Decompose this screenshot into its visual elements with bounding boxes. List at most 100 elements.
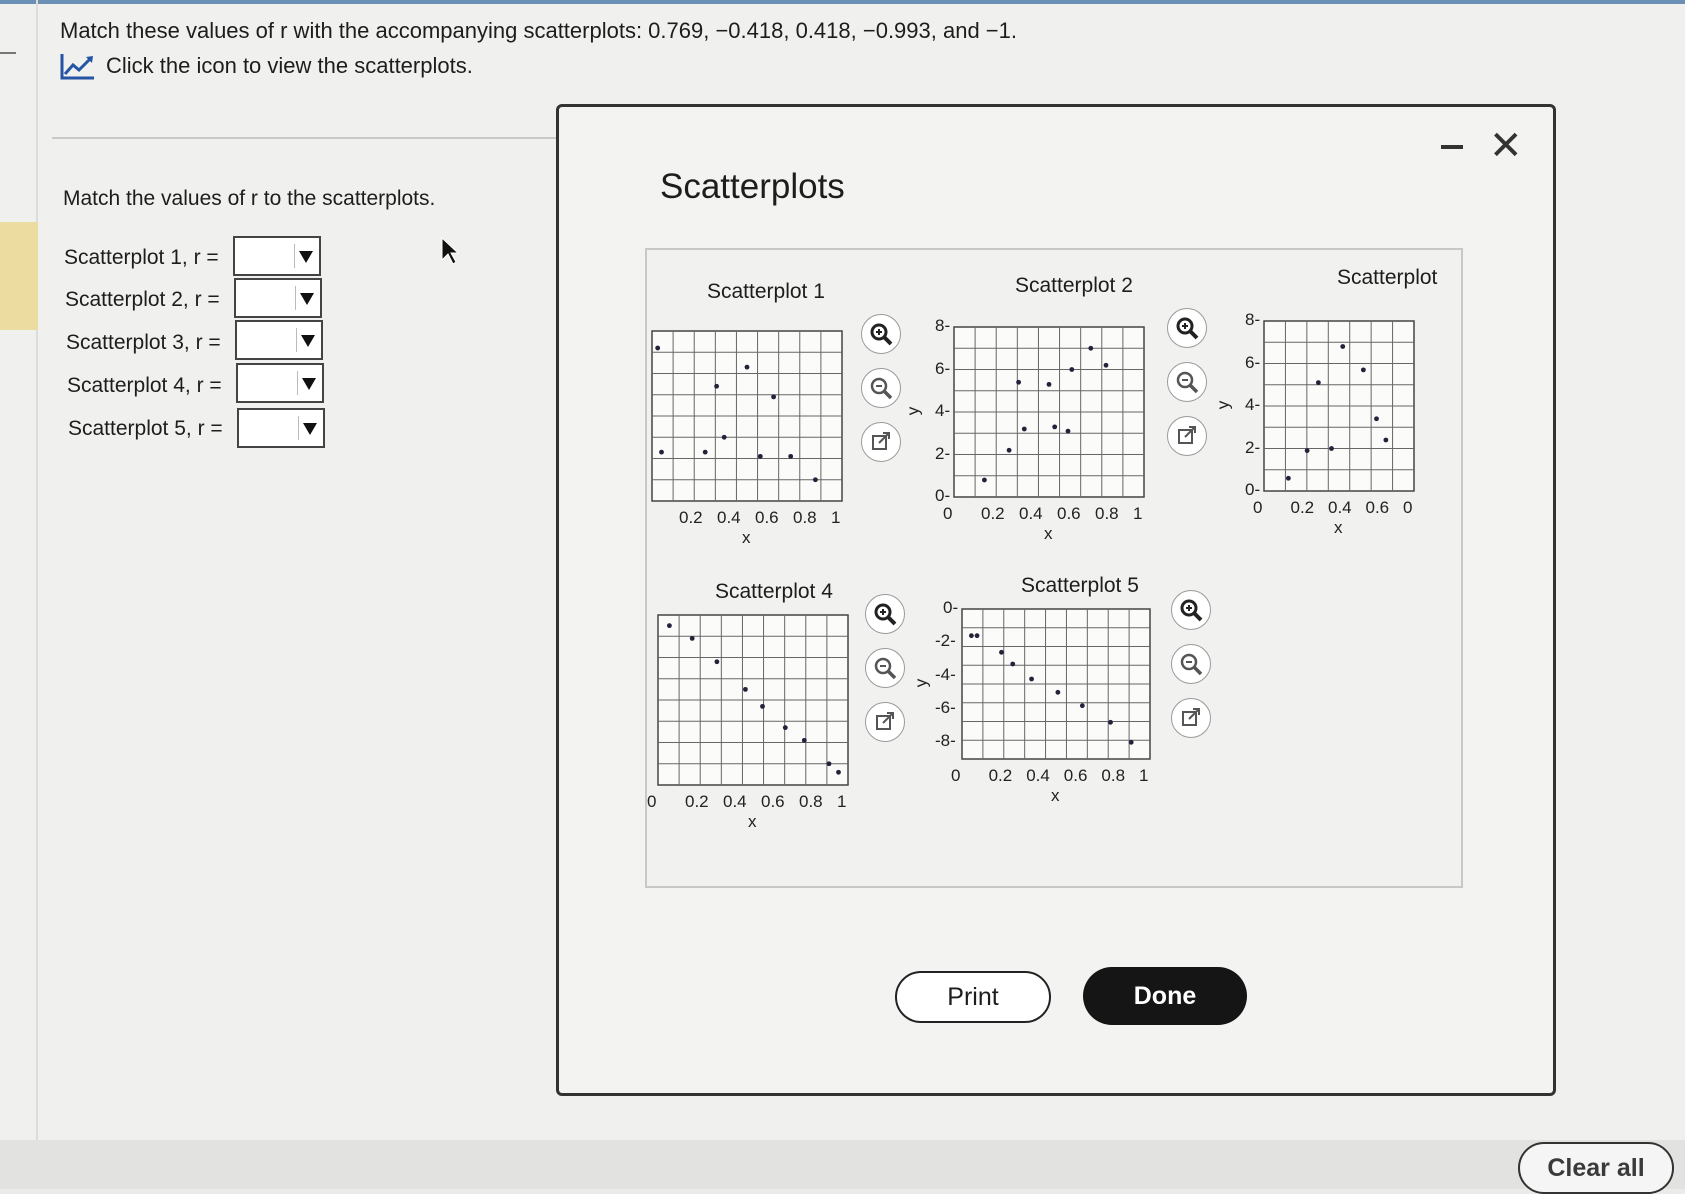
- x-tick-label: 0.4: [1026, 766, 1050, 785]
- clear-all-button[interactable]: Clear all: [1518, 1142, 1674, 1194]
- x-tick-label: 1: [1139, 766, 1149, 785]
- chevron-down-icon[interactable]: [298, 416, 319, 440]
- x-axis-label: x: [748, 812, 757, 831]
- r-select-3[interactable]: [235, 320, 323, 360]
- data-point: [689, 635, 695, 641]
- y-tick-label: -4-: [935, 664, 956, 684]
- y-tick-label: -2-: [935, 631, 956, 651]
- data-point: [788, 453, 794, 459]
- dialog-title: Scatterplots: [660, 167, 845, 206]
- open-external-icon[interactable]: [1167, 416, 1207, 456]
- x-tick-label: 0.6: [1063, 766, 1088, 785]
- plot-title-5: Scatterplot 5: [1021, 574, 1139, 597]
- data-point: [1329, 446, 1334, 451]
- hint-text[interactable]: Click the icon to view the scatterplots.: [106, 53, 473, 79]
- data-point: [721, 434, 727, 440]
- x-tick-label: 0.2: [981, 504, 1005, 523]
- left-rule: [0, 52, 16, 54]
- chevron-down-icon[interactable]: [296, 328, 317, 352]
- data-point: [1052, 424, 1058, 430]
- data-point: [813, 477, 818, 483]
- minimize-icon[interactable]: [1441, 145, 1463, 149]
- zoom-out-icon[interactable]: [861, 368, 901, 408]
- chevron-down-icon[interactable]: [294, 244, 315, 268]
- x-tick-label: 0.4: [717, 508, 741, 527]
- x-axis-label: x: [1334, 518, 1343, 537]
- x-tick-label: 0: [647, 792, 657, 811]
- x-axis-label: x: [742, 528, 751, 547]
- open-external-icon[interactable]: [865, 702, 905, 742]
- chevron-down-icon[interactable]: [297, 371, 318, 395]
- x-tick-label: 0.6: [761, 792, 785, 811]
- data-point: [1029, 676, 1034, 682]
- y-tick-label: 2-: [935, 443, 951, 463]
- zoom-out-icon[interactable]: [865, 648, 905, 688]
- x-axis-label: x: [1051, 786, 1060, 805]
- y-tick-label: -8-: [935, 731, 956, 751]
- data-point: [1055, 689, 1061, 695]
- data-point: [714, 383, 719, 389]
- scatterplot-3-canvas: [1263, 320, 1415, 492]
- data-point: [782, 725, 788, 731]
- data-point: [826, 761, 832, 767]
- r-select-4[interactable]: [236, 363, 324, 403]
- data-point: [771, 394, 776, 400]
- x-axis-label: x: [1044, 524, 1053, 543]
- y-tick-label: -6-: [935, 698, 956, 717]
- zoom-in-icon[interactable]: [861, 314, 901, 354]
- x-tick-label: 0.2: [1290, 498, 1315, 517]
- question-text: Match these values of r with the accompa…: [60, 18, 1017, 43]
- x-tick-label: 0.4: [723, 792, 747, 811]
- x-tick-label: 0.8: [793, 508, 817, 527]
- scatterplots-panel: Scatterplot 1 Scatterplot 2 Scatterplot …: [645, 248, 1463, 888]
- chevron-down-icon[interactable]: [295, 286, 316, 310]
- data-point: [969, 633, 974, 639]
- print-button[interactable]: Print: [895, 971, 1051, 1023]
- r-select-2[interactable]: [234, 278, 322, 318]
- scatterplot-5-canvas: [961, 608, 1151, 760]
- data-point: [1374, 416, 1379, 422]
- data-point: [1006, 447, 1012, 453]
- data-point: [655, 345, 661, 351]
- bottom-band: [0, 1140, 1685, 1189]
- x-tick-label: 0.2: [988, 766, 1013, 785]
- done-button[interactable]: Done: [1083, 967, 1247, 1025]
- top-border: [0, 0, 1685, 4]
- scatterplot-4-canvas: [657, 614, 849, 786]
- data-point: [667, 623, 672, 629]
- zoom-in-icon[interactable]: [1171, 590, 1211, 630]
- zoom-in-icon[interactable]: [1167, 308, 1207, 348]
- scatterplots-link[interactable]: Click the icon to view the scatterplots.: [60, 52, 473, 80]
- r-select-1[interactable]: [233, 236, 321, 276]
- data-point: [714, 659, 720, 665]
- x-tick-label: 0: [1403, 498, 1413, 517]
- plot-title-3: Scatterplot: [1337, 266, 1438, 289]
- y-tick-label: 4-: [935, 401, 951, 420]
- data-point: [801, 737, 807, 743]
- zoom-out-icon[interactable]: [1171, 644, 1211, 684]
- data-point: [974, 633, 980, 639]
- y-tick-label: 0-: [943, 598, 959, 617]
- x-tick-label: 0.4: [1019, 504, 1043, 523]
- data-point: [1383, 437, 1389, 443]
- scatterplots-dialog: Scatterplots ✕ Scatterplot 1 Scatterplot…: [556, 104, 1556, 1096]
- x-tick-label: 0.8: [799, 792, 823, 811]
- data-point: [999, 649, 1004, 655]
- y-tick-label: 4-: [1245, 395, 1261, 414]
- open-external-icon[interactable]: [861, 422, 901, 462]
- r-select-5[interactable]: [237, 408, 325, 448]
- close-icon[interactable]: ✕: [1489, 123, 1523, 169]
- row-label-4: Scatterplot 4, r =: [67, 374, 222, 397]
- plot-title-1: Scatterplot 1: [707, 280, 825, 303]
- x-tick-label: 0.2: [685, 792, 709, 811]
- data-point: [744, 364, 750, 370]
- zoom-in-icon[interactable]: [865, 594, 905, 634]
- data-point: [1108, 719, 1113, 725]
- open-external-icon[interactable]: [1171, 698, 1211, 738]
- left-band: [36, 0, 38, 1150]
- zoom-out-icon[interactable]: [1167, 362, 1207, 402]
- divider: [52, 137, 562, 139]
- x-tick-label: 0: [951, 766, 961, 785]
- x-tick-label: 0.2: [679, 508, 703, 527]
- chart-line-icon[interactable]: [60, 52, 96, 80]
